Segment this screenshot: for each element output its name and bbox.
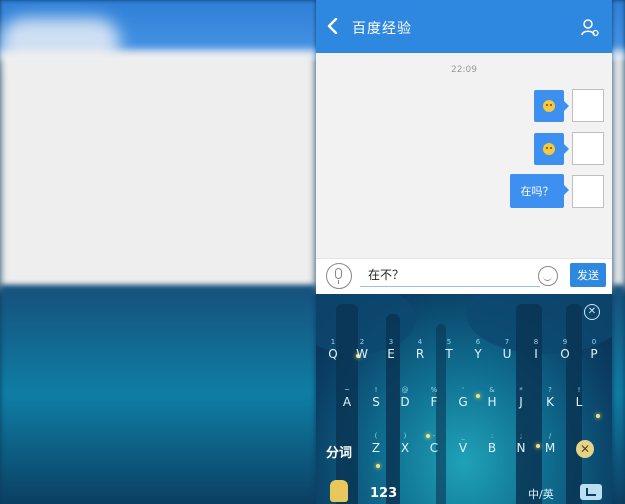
chat-window: 百度经验 22:09 在吗？ 在不？ 发送 ✕ 1 Q 2 W 3 E 4 R … — [316, 0, 612, 504]
message-timestamp: 22:09 — [451, 65, 477, 75]
key-i[interactable]: 8I — [526, 338, 546, 361]
message-row — [534, 132, 604, 165]
keyboard: ✕ 1Q 2W 3E 4R 5T 6Y 7U 8I 9O 0P ~ A ! S @ D… — [316, 294, 612, 504]
key-p[interactable]: 0P — [584, 338, 604, 361]
key-m[interactable]: / M — [540, 432, 560, 455]
emoji-icon — [543, 142, 555, 155]
message-list: 22:09 在吗？ — [316, 53, 612, 258]
key-o[interactable]: 9O — [555, 338, 575, 361]
key-q[interactable]: 1Q — [323, 338, 343, 361]
message-input[interactable]: 在不？ — [360, 263, 540, 287]
language-switch-key[interactable]: 中/英 — [528, 486, 554, 502]
enter-key[interactable] — [580, 484, 602, 500]
avatar[interactable] — [572, 89, 604, 122]
close-keyboard-icon[interactable]: ✕ — [584, 304, 600, 320]
keyboard-illustration — [376, 464, 380, 468]
emoji-picker-icon[interactable] — [538, 266, 558, 286]
key-a[interactable]: ~ A — [337, 386, 357, 409]
back-icon[interactable] — [326, 18, 340, 34]
key-k[interactable]: ? K — [540, 386, 560, 409]
message-text: 在吗？ — [520, 185, 554, 198]
key-w[interactable]: 2W — [352, 338, 372, 361]
blurred-background-left — [0, 0, 316, 504]
key-j[interactable]: * J — [511, 386, 531, 409]
key-v[interactable]: _ V — [453, 432, 473, 455]
key-r[interactable]: 4R — [410, 338, 430, 361]
message-bubble[interactable]: 在吗？ — [510, 174, 569, 208]
input-bar: 在不？ 发送 — [316, 258, 612, 295]
key-z[interactable]: (Z — [366, 432, 386, 455]
voice-input-icon[interactable] — [326, 263, 352, 289]
segment-key[interactable]: 分词 — [326, 442, 352, 461]
avatar[interactable] — [572, 174, 604, 208]
key-u[interactable]: 7U — [497, 338, 517, 361]
backspace-key[interactable]: ✕ — [576, 440, 594, 458]
message-row — [534, 89, 604, 122]
key-b[interactable]: :B — [482, 432, 502, 455]
keyboard-illustration — [596, 414, 600, 418]
avatar[interactable] — [572, 132, 604, 165]
key-g[interactable]: ' G — [453, 386, 473, 409]
key-d[interactable]: @ D — [395, 386, 415, 409]
keyboard-illustration — [476, 394, 480, 398]
key-c[interactable]: -C — [424, 432, 444, 455]
blurred-background-right — [612, 0, 625, 504]
key-x[interactable]: ) X — [395, 432, 415, 455]
page-title: 百度经验 — [352, 21, 412, 37]
message-bubble[interactable] — [534, 132, 569, 165]
send-button[interactable]: 发送 — [570, 263, 606, 287]
key-y[interactable]: 6Y — [468, 338, 488, 361]
app-header: 百度经验 — [316, 0, 612, 53]
message-bubble[interactable] — [534, 89, 569, 122]
numbers-key[interactable]: 123 — [370, 486, 397, 501]
key-l[interactable]: ! L — [569, 386, 589, 409]
key-t[interactable]: 5T — [439, 338, 459, 361]
key-h[interactable]: & H — [482, 386, 502, 409]
key-n[interactable]: ; N — [511, 432, 531, 455]
profile-settings-icon[interactable] — [580, 18, 600, 38]
emoji-panel-icon[interactable] — [330, 480, 348, 502]
key-f[interactable]: % F — [424, 386, 444, 409]
key-e[interactable]: 3E — [381, 338, 401, 361]
emoji-icon — [543, 99, 555, 112]
key-s[interactable]: ! S — [366, 386, 386, 409]
message-row: 在吗？ — [510, 174, 604, 208]
